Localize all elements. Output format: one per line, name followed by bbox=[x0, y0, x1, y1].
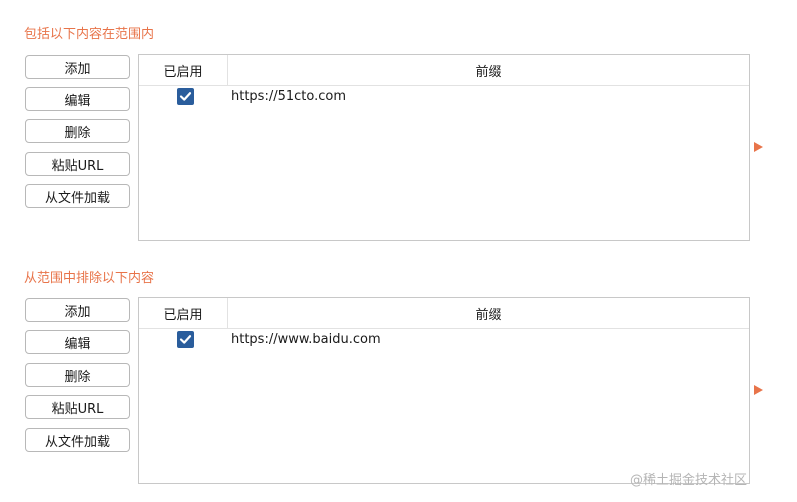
include-paste-url-button[interactable]: 粘贴URL bbox=[25, 152, 130, 176]
enabled-checkbox[interactable] bbox=[177, 331, 194, 348]
include-section-title: 包括以下内容在范围内 bbox=[24, 27, 155, 42]
table-row[interactable]: https://www.baidu.com bbox=[139, 329, 749, 351]
expand-arrow-icon[interactable] bbox=[754, 385, 763, 395]
include-load-from-file-button[interactable]: 从文件加载 bbox=[25, 184, 130, 208]
column-header-prefix[interactable]: 前缀 bbox=[228, 55, 749, 85]
include-remove-button[interactable]: 删除 bbox=[25, 119, 130, 143]
exclude-add-button[interactable]: 添加 bbox=[25, 298, 130, 322]
include-scope-section: 包括以下内容在范围内 添加 编辑 删除 粘贴URL 从文件加载 已启用 前缀 h… bbox=[0, 23, 797, 253]
watermark-text: @稀土掘金技术社区 bbox=[630, 473, 748, 488]
checkmark-icon bbox=[179, 335, 192, 344]
exclude-remove-button[interactable]: 删除 bbox=[25, 363, 130, 387]
column-header-enabled[interactable]: 已启用 bbox=[139, 298, 228, 328]
exclude-load-from-file-button[interactable]: 从文件加载 bbox=[25, 428, 130, 452]
include-edit-button[interactable]: 编辑 bbox=[25, 87, 130, 111]
enabled-checkbox[interactable] bbox=[177, 88, 194, 105]
exclude-paste-url-button[interactable]: 粘贴URL bbox=[25, 395, 130, 419]
checkmark-icon bbox=[179, 92, 192, 101]
exclude-rules-table: 已启用 前缀 https://www.baidu.com bbox=[138, 297, 750, 484]
exclude-edit-button[interactable]: 编辑 bbox=[25, 330, 130, 354]
column-header-prefix[interactable]: 前缀 bbox=[228, 298, 749, 328]
include-add-button[interactable]: 添加 bbox=[25, 55, 130, 79]
expand-arrow-icon[interactable] bbox=[754, 142, 763, 152]
table-header: 已启用 前缀 bbox=[139, 298, 749, 329]
prefix-cell: https://51cto.com bbox=[231, 89, 347, 104]
table-header: 已启用 前缀 bbox=[139, 55, 749, 86]
column-header-enabled[interactable]: 已启用 bbox=[139, 55, 228, 85]
prefix-cell: https://www.baidu.com bbox=[231, 332, 381, 347]
table-row[interactable]: https://51cto.com bbox=[139, 86, 749, 108]
exclude-scope-section: 从范围中排除以下内容 添加 编辑 删除 粘贴URL 从文件加载 已启用 前缀 h… bbox=[0, 267, 797, 497]
include-rules-table: 已启用 前缀 https://51cto.com bbox=[138, 54, 750, 241]
exclude-section-title: 从范围中排除以下内容 bbox=[24, 271, 155, 286]
